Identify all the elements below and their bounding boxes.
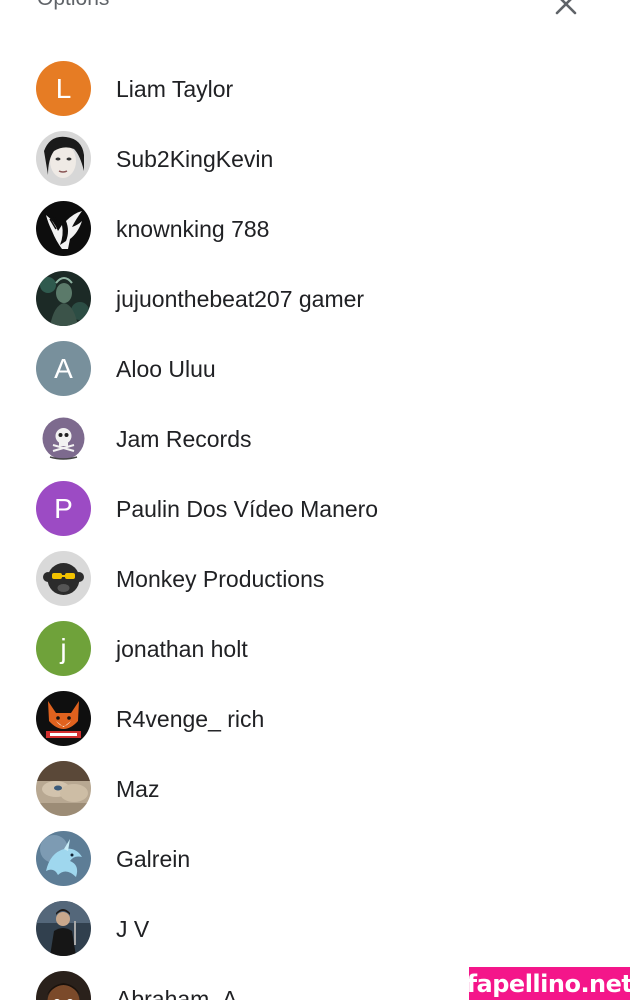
contact-item-j-v[interactable]: J V bbox=[0, 893, 630, 963]
contact-name: Monkey Productions bbox=[116, 566, 325, 592]
contact-name: Maz bbox=[116, 776, 160, 802]
avatar bbox=[36, 131, 91, 186]
contact-name: Sub2KingKevin bbox=[116, 146, 274, 172]
contact-name: jujuonthebeat207 gamer bbox=[116, 286, 365, 312]
contact-name: Aloo Uluu bbox=[116, 356, 216, 382]
avatar-initial: L bbox=[55, 72, 72, 104]
contact-item-knownking-788[interactable]: knownking 788 bbox=[0, 193, 630, 263]
avatar-initial: j bbox=[60, 632, 67, 664]
contact-item-jujuonthebeat207-gamer[interactable]: jujuonthebeat207 gamer bbox=[0, 263, 630, 333]
contact-name: knownking 788 bbox=[116, 216, 270, 242]
dialog-header: Options bbox=[0, 0, 630, 30]
avatar: P bbox=[36, 481, 91, 536]
avatar bbox=[36, 271, 91, 326]
dialog-title: Options bbox=[37, 0, 109, 11]
avatar: L bbox=[36, 61, 91, 116]
contact-item-aloo-uluu[interactable]: A Aloo Uluu bbox=[0, 333, 630, 403]
contact-name: Jam Records bbox=[116, 426, 252, 452]
avatar: j bbox=[36, 621, 91, 676]
avatar bbox=[36, 411, 91, 466]
contact-item-r4venge-rich[interactable]: R4venge_ rich bbox=[0, 683, 630, 753]
avatar bbox=[36, 901, 91, 956]
contact-item-paulin-dos-video-manero[interactable]: P Paulin Dos Vídeo Manero bbox=[0, 473, 630, 543]
avatar bbox=[36, 691, 91, 746]
watermark: fapellino.net bbox=[467, 967, 630, 1000]
close-icon bbox=[555, 0, 577, 15]
figure-photo-icon bbox=[36, 901, 91, 956]
face-photo-icon bbox=[36, 131, 91, 186]
avatar: A bbox=[36, 341, 91, 396]
close-button[interactable] bbox=[550, 0, 582, 20]
contact-name: Liam Taylor bbox=[116, 76, 234, 102]
contact-name: Abraham_A bbox=[116, 986, 238, 1000]
contact-name: R4venge_ rich bbox=[116, 706, 265, 732]
monkey-icon bbox=[36, 551, 91, 606]
contact-name: Paulin Dos Vídeo Manero bbox=[116, 496, 379, 522]
contact-item-jonathan-holt[interactable]: j jonathan holt bbox=[0, 613, 630, 683]
contact-name: Galrein bbox=[116, 846, 191, 872]
contact-item-liam-taylor[interactable]: L Liam Taylor bbox=[0, 53, 630, 123]
contact-item-galrein[interactable]: Galrein bbox=[0, 823, 630, 893]
contact-name: jonathan holt bbox=[116, 636, 248, 662]
fox-logo-icon bbox=[36, 691, 91, 746]
skull-logo-icon bbox=[36, 411, 91, 466]
contact-item-maz[interactable]: Maz bbox=[0, 753, 630, 823]
options-dialog: Options L Liam Taylor bbox=[0, 0, 630, 1000]
contact-item-sub2kingkevin[interactable]: Sub2KingKevin bbox=[0, 123, 630, 193]
avatar-initial: P bbox=[54, 492, 73, 524]
cartoon-face-icon bbox=[36, 971, 91, 1000]
dark-figure-icon bbox=[36, 271, 91, 326]
avatar bbox=[36, 551, 91, 606]
eagle-icon bbox=[36, 201, 91, 256]
avatar bbox=[36, 201, 91, 256]
closeup-photo-icon bbox=[36, 761, 91, 816]
contact-item-monkey-productions[interactable]: Monkey Productions bbox=[0, 543, 630, 613]
avatar bbox=[36, 831, 91, 886]
avatar bbox=[36, 971, 91, 1000]
contact-list: L Liam Taylor Sub2KingKevin knownking 78… bbox=[0, 53, 630, 1000]
avatar bbox=[36, 761, 91, 816]
contact-item-jam-records[interactable]: Jam Records bbox=[0, 403, 630, 473]
contact-name: J V bbox=[116, 916, 150, 942]
dragon-icon bbox=[36, 831, 91, 886]
avatar-initial: A bbox=[54, 352, 73, 384]
